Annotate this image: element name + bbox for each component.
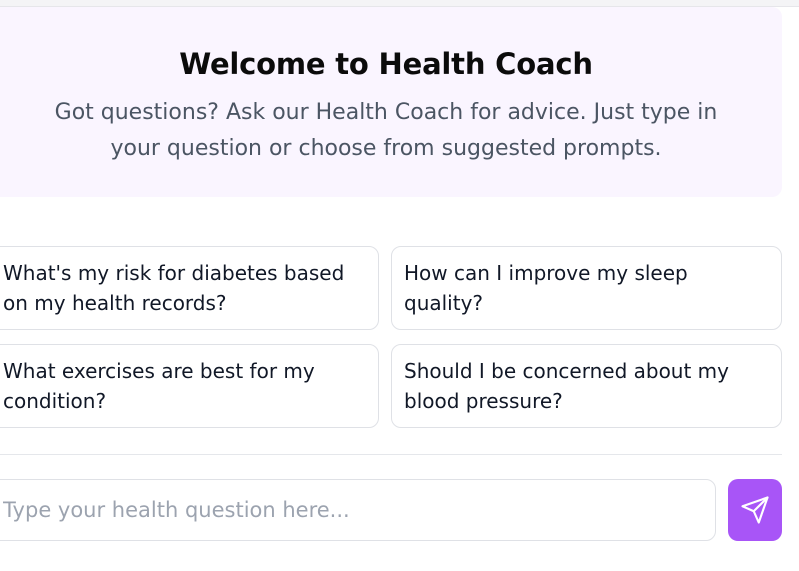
suggested-prompt-blood-pressure[interactable]: Should I be concerned about my blood pre… <box>391 344 782 428</box>
suggested-prompt-exercises[interactable]: What exercises are best for my condition… <box>0 344 379 428</box>
welcome-description: Got questions? Ask our Health Coach for … <box>54 100 718 161</box>
top-divider <box>0 0 799 7</box>
welcome-card: Welcome to Health Coach Got questions? A… <box>0 7 782 197</box>
send-icon <box>740 495 770 525</box>
send-button[interactable] <box>728 479 782 541</box>
health-question-input[interactable] <box>0 479 716 541</box>
suggested-prompt-diabetes-risk[interactable]: What's my risk for diabetes based on my … <box>0 246 379 330</box>
input-divider <box>0 454 782 455</box>
suggested-prompt-sleep-quality[interactable]: How can I improve my sleep quality? <box>391 246 782 330</box>
welcome-title: Welcome to Health Coach <box>179 47 593 81</box>
